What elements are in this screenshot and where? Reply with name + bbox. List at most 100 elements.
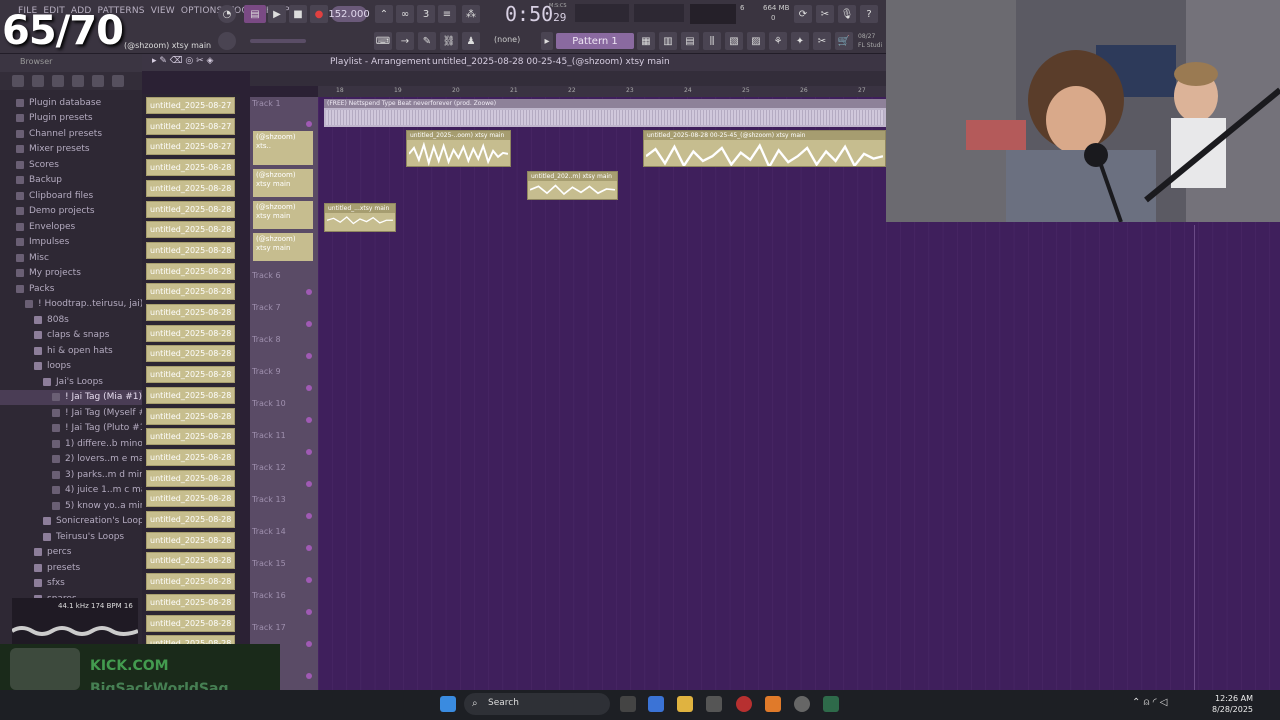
file-explorer-icon[interactable] <box>677 696 693 712</box>
master-volume-knob[interactable] <box>218 32 236 50</box>
browser-item[interactable]: Backup <box>0 173 142 189</box>
loop-record-icon[interactable]: ∞ <box>396 5 414 23</box>
browser-item[interactable]: sfxs <box>0 576 142 592</box>
browser-item[interactable]: percs <box>0 545 142 561</box>
browser-item[interactable]: 5) know yo..a minor <box>0 498 142 514</box>
vocal-clip-4[interactable]: untitled_...xtsy main <box>324 203 396 232</box>
browser-item[interactable]: presets <box>0 560 142 576</box>
channel-button[interactable]: untitled_2025-08-28 00 <box>146 241 235 259</box>
master-pitch-slider[interactable] <box>250 39 306 43</box>
track-label[interactable]: Track 17 <box>252 623 286 632</box>
channel-button[interactable]: untitled_2025-08-28 00 <box>146 366 235 384</box>
channel-button[interactable]: untitled_2025-08-28 00 <box>146 407 235 425</box>
channel-button[interactable]: untitled_2025-08-28 00 <box>146 159 235 177</box>
browser-item[interactable]: 1) differe..b minor <box>0 436 142 452</box>
blend-notes-icon[interactable]: ⁂ <box>462 5 480 23</box>
track-mute-icon[interactable] <box>306 673 312 679</box>
playlist-icon[interactable]: ▦ <box>637 32 655 50</box>
browser-item[interactable]: loops <box>0 359 142 375</box>
countdown-icon[interactable]: 3 <box>417 5 435 23</box>
pencil-icon[interactable]: ✎ <box>418 32 436 50</box>
track-clip-label[interactable]: (@shzoom) xts.. <box>253 131 313 165</box>
fl-studio-taskbar-icon[interactable] <box>765 696 781 712</box>
fl-icon[interactable]: ✦ <box>791 32 809 50</box>
channel-button[interactable]: untitled_2025-08-28 00 <box>146 345 235 363</box>
track-mute-icon[interactable] <box>306 481 312 487</box>
step-edit-icon[interactable]: ≡ <box>438 5 456 23</box>
channel-button[interactable]: untitled_2025-08-28 00 <box>146 262 235 280</box>
track-label[interactable]: Track 15 <box>252 559 286 568</box>
channel-button[interactable]: untitled_2025-08-28 00 <box>146 386 235 404</box>
browser-item[interactable]: claps & snaps <box>0 328 142 344</box>
track-mute-icon[interactable] <box>306 289 312 295</box>
track-label[interactable]: Track 1 <box>252 99 281 108</box>
refresh-icon[interactable]: ⟳ <box>794 5 812 23</box>
channel-button[interactable]: untitled_2025-08-28 00 <box>146 221 235 239</box>
browser-item[interactable]: ! Jai Tag (Pluto #1) <box>0 421 142 437</box>
pattern-prev-icon[interactable]: ▸ <box>541 32 553 50</box>
browser-item[interactable]: Plugin presets <box>0 111 142 127</box>
menu-item[interactable]: OPTIONS <box>181 6 223 16</box>
help-icon[interactable]: ? <box>860 5 878 23</box>
browser-item[interactable]: Sonicreation's Loops <box>0 514 142 530</box>
copilot-icon[interactable] <box>648 696 664 712</box>
browser-tool-icon[interactable] <box>112 75 124 87</box>
beat-clip[interactable]: (FREE) Nettspend Type Beat neverforever … <box>324 99 886 127</box>
link-icon[interactable]: ⛓ <box>440 32 458 50</box>
plugin-icon[interactable]: ▨ <box>747 32 765 50</box>
channel-button[interactable]: untitled_2025-08-28 00 <box>146 448 235 466</box>
browser-item[interactable]: Clipboard files <box>0 188 142 204</box>
scissors-icon[interactable]: ✂ <box>813 32 831 50</box>
track-label[interactable]: Track 7 <box>252 303 281 312</box>
track-mute-icon[interactable] <box>306 641 312 647</box>
cart-icon[interactable]: 🛒 <box>835 32 853 50</box>
channel-button[interactable]: untitled_2025-08-28 00 <box>146 324 235 342</box>
browser-item[interactable]: 2) lovers..m e major <box>0 452 142 468</box>
browser-item[interactable]: Demo projects <box>0 204 142 220</box>
track-mute-icon[interactable] <box>306 417 312 423</box>
channel-button[interactable]: untitled_2025-08-28 00 <box>146 593 235 611</box>
pattern-selector[interactable]: Pattern 1 <box>556 33 634 49</box>
track-label[interactable]: Track 13 <box>252 495 286 504</box>
browser-item[interactable]: 808s <box>0 312 142 328</box>
track-clip-label[interactable]: (@shzoom) xtsy main <box>253 233 313 261</box>
browser-item[interactable]: ! Jai Tag (Mia #1) <box>0 389 142 405</box>
browser-item[interactable]: Plugin database <box>0 95 142 111</box>
track-clip-label[interactable]: (@shzoom) xtsy main <box>253 169 313 197</box>
browser-tool-icon[interactable] <box>12 75 24 87</box>
channel-button[interactable]: untitled_2025-08-28 00 <box>146 531 235 549</box>
stamp-icon[interactable]: ♟ <box>462 32 480 50</box>
browser-item[interactable]: Mixer presets <box>0 142 142 158</box>
browser-tool-icon[interactable] <box>52 75 64 87</box>
timeline-ruler[interactable]: 18 19 20 21 22 23 24 25 26 27 <box>318 86 886 97</box>
record-button[interactable]: ● <box>310 5 328 23</box>
track-label[interactable]: Track 10 <box>252 399 286 408</box>
pan-knob-icon[interactable]: ◔ <box>218 5 236 23</box>
browser-item[interactable]: Scores <box>0 157 142 173</box>
vocal-clip-2[interactable]: untitled_2025-08-28 00-25-45_(@shzoom) x… <box>643 130 886 167</box>
channel-button[interactable]: untitled_2025-08-28 00 <box>146 614 235 632</box>
app-icon[interactable] <box>823 696 839 712</box>
piano-roll-icon[interactable]: ▤ <box>681 32 699 50</box>
track-mute-icon[interactable] <box>306 321 312 327</box>
playlist-tools-icon[interactable]: ▸ ✎ ⌫ ◎ ✂ ◈ <box>152 56 213 66</box>
vocal-clip-1[interactable]: untitled_2025-..oom) xtsy main <box>406 130 511 167</box>
track-label[interactable]: Track 8 <box>252 335 281 344</box>
channel-button[interactable]: untitled_2025-08-28 00 <box>146 304 235 321</box>
channel-button[interactable]: untitled_2025-08-28 00 <box>146 490 235 508</box>
song-mode-button[interactable]: ▤ <box>244 5 266 23</box>
tools-icon[interactable]: ✂ <box>816 5 834 23</box>
taskbar-clock[interactable]: 12:26 AM 8/28/2025 <box>1212 693 1253 715</box>
browser-item[interactable]: Impulses <box>0 235 142 251</box>
track-label[interactable]: Track 14 <box>252 527 286 536</box>
windows-start-icon[interactable] <box>440 696 456 712</box>
track-label[interactable]: Track 6 <box>252 271 281 280</box>
taskbar-search[interactable]: Search <box>464 693 610 715</box>
store-icon[interactable] <box>706 696 722 712</box>
channel-button[interactable]: untitled_2025-08-28 00 <box>146 200 235 218</box>
vocal-clip-3[interactable]: untitled_202..m) xtsy main <box>527 171 618 200</box>
browser-item[interactable]: hi & open hats <box>0 343 142 359</box>
channel-button[interactable]: untitled_2025-08-28 00 <box>146 469 235 487</box>
arrow-icon[interactable]: → <box>396 32 414 50</box>
channel-button[interactable]: untitled_2025-08-28 00 <box>146 179 235 197</box>
